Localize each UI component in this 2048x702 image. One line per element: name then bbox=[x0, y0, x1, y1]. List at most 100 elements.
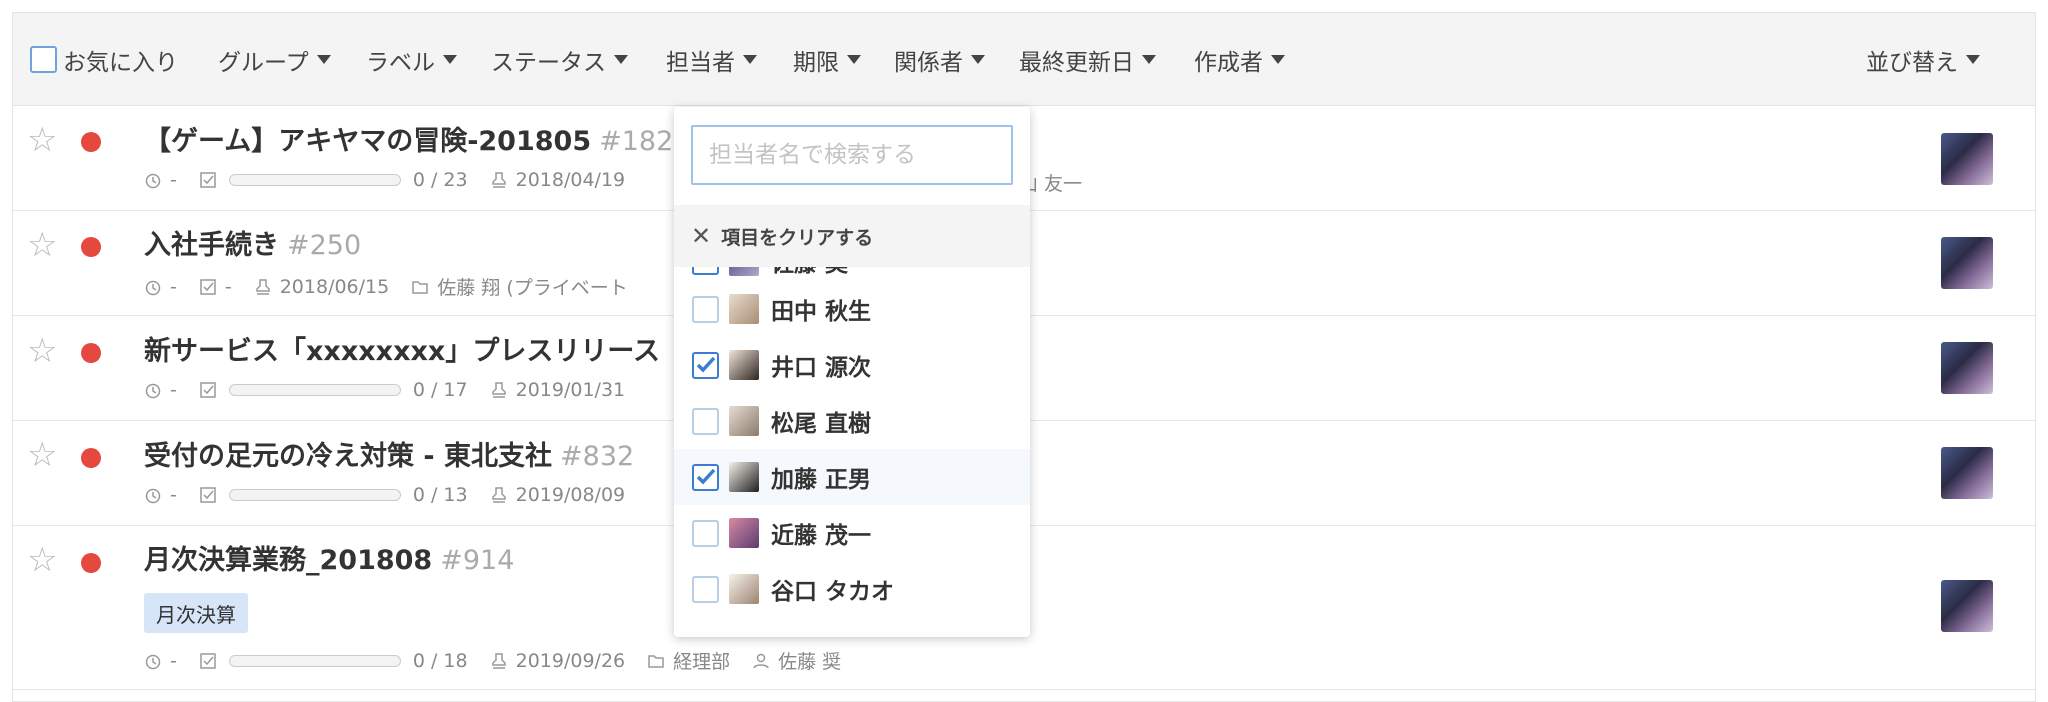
chevron-down-icon bbox=[971, 55, 985, 64]
checkbox[interactable] bbox=[692, 519, 719, 547]
avatar[interactable] bbox=[1941, 447, 1993, 499]
list-item[interactable]: 松尾 直樹 bbox=[674, 393, 1030, 449]
status-filter[interactable]: ステータス bbox=[491, 13, 628, 106]
alarm-clock-icon bbox=[145, 280, 161, 295]
chevron-down-icon bbox=[743, 55, 757, 64]
status-dot bbox=[81, 448, 101, 468]
avatar bbox=[729, 574, 759, 604]
project-name: 佐藤 翔 (プライベート bbox=[437, 277, 628, 299]
avatar[interactable] bbox=[1941, 580, 1993, 632]
chevron-down-icon bbox=[847, 55, 861, 64]
related-filter[interactable]: 関係者 bbox=[894, 13, 985, 106]
avatar[interactable] bbox=[1941, 237, 1993, 289]
due-date: 2019/08/09 bbox=[515, 484, 626, 506]
label-tag[interactable]: 月次決算 bbox=[144, 593, 248, 633]
chevron-down-icon bbox=[316, 55, 331, 64]
due-date: 2018/06/15 bbox=[279, 275, 390, 298]
filter-bar: お気に入り グループ ラベル ステータス 担当者 期限 関係者 最終更新日 作成… bbox=[13, 13, 2035, 106]
task-title-text: 月次決算業務_201808 bbox=[144, 545, 433, 576]
alarm-clock-icon bbox=[145, 488, 161, 504]
star-icon[interactable]: ☆ bbox=[27, 228, 57, 262]
group-filter[interactable]: グループ bbox=[218, 13, 331, 106]
timer-value: - bbox=[170, 275, 177, 298]
favorites-filter[interactable]: お気に入り bbox=[30, 13, 178, 106]
task-title[interactable]: 受付の足元の冷え対策 - 東北支社 #832 bbox=[144, 434, 634, 473]
checklist-value: - bbox=[224, 275, 232, 298]
chevron-down-icon bbox=[1142, 55, 1156, 64]
chevron-down-icon bbox=[1966, 55, 1980, 64]
assignee-search-input[interactable] bbox=[691, 125, 1013, 185]
avatar[interactable] bbox=[1941, 342, 1993, 394]
task-title[interactable]: 新サービス「xxxxxxxx」プレスリリース bbox=[144, 329, 660, 368]
task-title[interactable]: 月次決算業務_201808 #914 bbox=[144, 538, 514, 577]
assignee-list[interactable]: 佐藤 奨 田中 秋生 井口 源次 松尾 直樹 bbox=[674, 267, 1030, 637]
checkbox[interactable] bbox=[692, 407, 719, 435]
checkbox[interactable] bbox=[692, 267, 719, 275]
star-icon[interactable]: ☆ bbox=[27, 334, 57, 368]
person-name: 佐藤 奨 bbox=[778, 651, 842, 673]
task-list-panel: お気に入り グループ ラベル ステータス 担当者 期限 関係者 最終更新日 作成… bbox=[12, 12, 2036, 702]
due-filter-label: 期限 bbox=[793, 49, 839, 76]
close-icon: ✕ bbox=[691, 222, 712, 250]
task-title[interactable]: 入社手続き #250 bbox=[144, 223, 361, 262]
task-title-text: 新サービス「xxxxxxxx」プレスリリース bbox=[144, 336, 660, 367]
member-name: 佐藤 奨 bbox=[771, 267, 848, 278]
checkbox[interactable] bbox=[692, 463, 719, 491]
task-title-text: 受付の足元の冷え対策 - 東北支社 bbox=[144, 441, 553, 472]
timer-value: - bbox=[170, 379, 177, 401]
member-name: 田中 秋生 bbox=[771, 299, 872, 325]
checkbox[interactable] bbox=[692, 295, 719, 323]
checklist-icon bbox=[200, 652, 216, 669]
chevron-down-icon bbox=[614, 55, 628, 64]
creator-filter[interactable]: 作成者 bbox=[1194, 13, 1285, 106]
timer-value: - bbox=[170, 484, 177, 506]
status-dot bbox=[81, 237, 101, 257]
star-icon[interactable]: ☆ bbox=[27, 438, 57, 472]
project-name: 経理部 bbox=[673, 651, 731, 673]
list-item[interactable]: 加藤 正男 bbox=[674, 449, 1030, 505]
person-icon bbox=[753, 653, 769, 668]
due-filter[interactable]: 期限 bbox=[793, 13, 861, 106]
avatar[interactable] bbox=[1941, 133, 1993, 185]
status-dot bbox=[81, 553, 101, 573]
checklist-icon bbox=[200, 278, 216, 295]
label-filter[interactable]: ラベル bbox=[366, 13, 457, 106]
alarm-clock-icon bbox=[145, 383, 161, 399]
chevron-down-icon bbox=[443, 55, 457, 64]
checkbox[interactable] bbox=[692, 351, 719, 379]
list-item[interactable]: 近藤 茂一 bbox=[674, 505, 1030, 561]
due-date: 2019/01/31 bbox=[515, 379, 626, 401]
due-date: 2018/04/19 bbox=[515, 169, 626, 191]
progress-bar bbox=[228, 384, 401, 396]
list-item[interactable]: 井口 源次 bbox=[674, 337, 1030, 393]
task-number: #250 bbox=[287, 230, 362, 261]
assignee-filter[interactable]: 担当者 bbox=[666, 13, 757, 106]
checkbox[interactable] bbox=[692, 575, 719, 603]
sort-button[interactable]: 並び替え bbox=[1866, 13, 1980, 106]
clear-selection-button[interactable]: ✕ 項目をクリアする bbox=[674, 205, 1030, 267]
group-filter-label: グループ bbox=[218, 49, 309, 76]
timer-value: - bbox=[170, 169, 177, 191]
star-icon[interactable]: ☆ bbox=[27, 543, 57, 577]
checklist-icon bbox=[200, 382, 216, 398]
avatar bbox=[729, 294, 759, 324]
progress-bar bbox=[228, 654, 401, 667]
star-icon[interactable]: ☆ bbox=[27, 123, 57, 157]
avatar bbox=[729, 518, 759, 548]
task-meta: - 0 / 18 2019/09/26 経理部 佐藤 奨 bbox=[144, 647, 841, 674]
task-number: #182 bbox=[599, 126, 674, 157]
member-name: 谷口 タカオ bbox=[771, 579, 895, 605]
task-title[interactable]: 【ゲーム】アキヤマの冒険-201805 #182 bbox=[144, 119, 673, 158]
list-item[interactable]: 谷口 タカオ bbox=[674, 561, 1030, 617]
progress-count: 0 / 18 bbox=[412, 649, 468, 672]
checkmark-icon bbox=[696, 468, 715, 485]
related-filter-label: 関係者 bbox=[894, 49, 963, 76]
folder-icon bbox=[648, 654, 664, 668]
list-item[interactable]: 田中 秋生 bbox=[674, 281, 1030, 337]
member-name: 近藤 茂一 bbox=[771, 523, 872, 549]
checklist-icon bbox=[200, 172, 216, 188]
alarm-clock-icon bbox=[145, 173, 161, 189]
last-updated-filter[interactable]: 最終更新日 bbox=[1019, 13, 1156, 106]
favorites-checkbox[interactable] bbox=[30, 46, 57, 73]
progress-bar bbox=[228, 174, 401, 186]
